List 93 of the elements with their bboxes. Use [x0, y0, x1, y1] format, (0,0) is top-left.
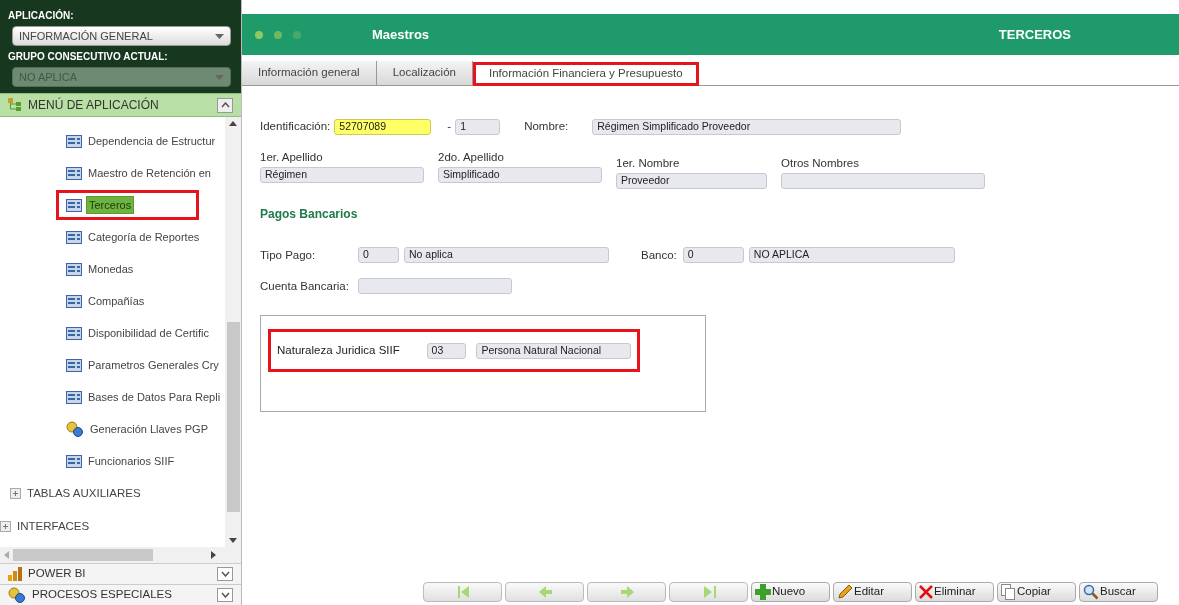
scroll-up-icon: [229, 121, 237, 126]
scroll-down-icon: [229, 538, 237, 543]
section-label: POWER BI: [28, 566, 86, 582]
field-label: GRUPO CONSECUTIVO ACTUAL:: [8, 50, 169, 64]
section-label: PROCESOS ESPECIALES: [32, 587, 172, 603]
field-label: APLICACIÓN:: [8, 8, 75, 23]
field-label: Banco:: [641, 247, 677, 263]
tree-structure-icon: [8, 98, 22, 112]
form-icon: [66, 294, 82, 308]
section-header[interactable]: PROCESOS ESPECIALES: [0, 584, 241, 605]
menu-header[interactable]: MENÚ DE APLICACIÓN: [0, 93, 241, 117]
section-title: Pagos Bancarios: [260, 205, 359, 223]
caret-icon: [215, 74, 224, 80]
scroll-right-icon: [211, 551, 216, 559]
tab[interactable]: Información Financiera y Presupuesto: [472, 62, 699, 86]
chevron-icon: [220, 592, 230, 598]
header-entity: TERCEROS: [998, 25, 1071, 44]
text-field[interactable]: Régimen Simplificado Proveedor: [592, 118, 902, 135]
expand-icon[interactable]: [10, 488, 21, 499]
field-label: Nombre:: [524, 119, 569, 134]
text-field[interactable]: NO APLICA: [748, 247, 955, 264]
field-label: 1er. Apellido: [260, 150, 324, 166]
form-icon: [66, 326, 82, 340]
toolbar-button[interactable]: Editar: [833, 582, 912, 602]
expand-icon[interactable]: [0, 521, 11, 532]
field-label: 2do. Apellido: [438, 150, 505, 166]
text-field[interactable]: No aplica: [404, 247, 609, 264]
horizontal-scrollbar[interactable]: [0, 547, 241, 563]
text-field[interactable]: [781, 172, 985, 189]
expand-toggle[interactable]: [217, 588, 233, 602]
tree-item[interactable]: Generación Llaves PGP: [88, 420, 210, 438]
field-label: Cuenta Bancaria:: [260, 278, 350, 294]
form-icon: [66, 166, 82, 180]
tree-group-label[interactable]: INTERFACES: [17, 517, 90, 536]
text-field[interactable]: 03: [426, 342, 467, 359]
tree-item[interactable]: Terceros: [86, 195, 135, 215]
tab[interactable]: Localización: [376, 61, 473, 85]
nav-arrow-icon: [618, 584, 635, 600]
field-label: Otros Nombres: [781, 156, 860, 172]
plus-icon: [755, 584, 771, 600]
chevron-icon: [220, 571, 230, 577]
scroll-left-icon: [4, 551, 9, 559]
x-icon: [919, 585, 933, 599]
tree-item[interactable]: Parametros Generales Cry: [86, 356, 221, 374]
section-header[interactable]: POWER BI: [0, 563, 241, 584]
tree-item[interactable]: Categoría de Reportes: [86, 228, 202, 246]
dropdown-field[interactable]: INFORMACIÓN GENERAL: [12, 26, 231, 46]
search-icon: [1083, 584, 1099, 600]
copy-icon: [1001, 584, 1016, 600]
separator: -: [447, 119, 452, 134]
form-icon: [66, 262, 82, 276]
text-field[interactable]: [358, 278, 512, 295]
vertical-scrollbar[interactable]: [225, 117, 241, 547]
form-icon: [66, 390, 82, 404]
tab[interactable]: Información general: [242, 61, 377, 85]
toolbar-button[interactable]: Copiar: [997, 582, 1076, 602]
toolbar-button[interactable]: Eliminar: [915, 582, 994, 602]
form-icon: [66, 454, 82, 468]
pencil-icon: [837, 584, 853, 600]
tree-item[interactable]: Maestro de Retención en: [86, 164, 213, 182]
tree-item[interactable]: Compañías: [86, 292, 147, 310]
tree-item[interactable]: Funcionarios SIIF: [86, 452, 177, 470]
tree-item[interactable]: Dependencia de Estructur: [86, 132, 218, 150]
chevron-icon: [220, 102, 230, 108]
tree-item[interactable]: Bases de Datos Para Repli: [86, 388, 223, 406]
bar-chart-icon: [8, 567, 22, 581]
toolbar-button[interactable]: Nuevo: [751, 582, 830, 602]
caret-icon: [215, 33, 224, 39]
window-dots-icon: [254, 29, 302, 40]
tree-group-label[interactable]: TABLAS AUXILIARES: [27, 484, 141, 503]
menu-title: MENÚ DE APLICACIÓN: [28, 96, 159, 114]
toolbar-button[interactable]: Buscar: [1079, 582, 1158, 602]
text-field[interactable]: 0: [682, 247, 744, 264]
text-field[interactable]: Persona Natural Nacional: [476, 342, 631, 359]
text-field[interactable]: 1: [455, 118, 501, 135]
text-field[interactable]: Simplificado: [438, 166, 602, 183]
text-field[interactable]: 0: [358, 247, 399, 264]
field-label: Tipo Pago:: [260, 247, 317, 263]
tree-item[interactable]: Disponibilidad de Certific: [86, 324, 212, 342]
form-icon: [66, 198, 82, 212]
form-icon: [66, 358, 82, 372]
field-label: Identificación:: [260, 119, 331, 134]
form-icon: [66, 134, 82, 148]
tree-item[interactable]: Monedas: [86, 260, 136, 278]
header-title: Maestros: [372, 25, 430, 44]
field-label: Naturaleza Juridica SIIF: [277, 342, 401, 358]
text-field[interactable]: 52707089: [334, 118, 432, 135]
form-icon: [66, 230, 82, 244]
text-field[interactable]: Régimen: [260, 166, 424, 183]
text-field[interactable]: Proveedor: [616, 172, 767, 189]
field-label: 1er. Nombre: [616, 156, 681, 172]
expand-toggle[interactable]: [217, 567, 233, 581]
collapse-button[interactable]: [217, 97, 233, 113]
